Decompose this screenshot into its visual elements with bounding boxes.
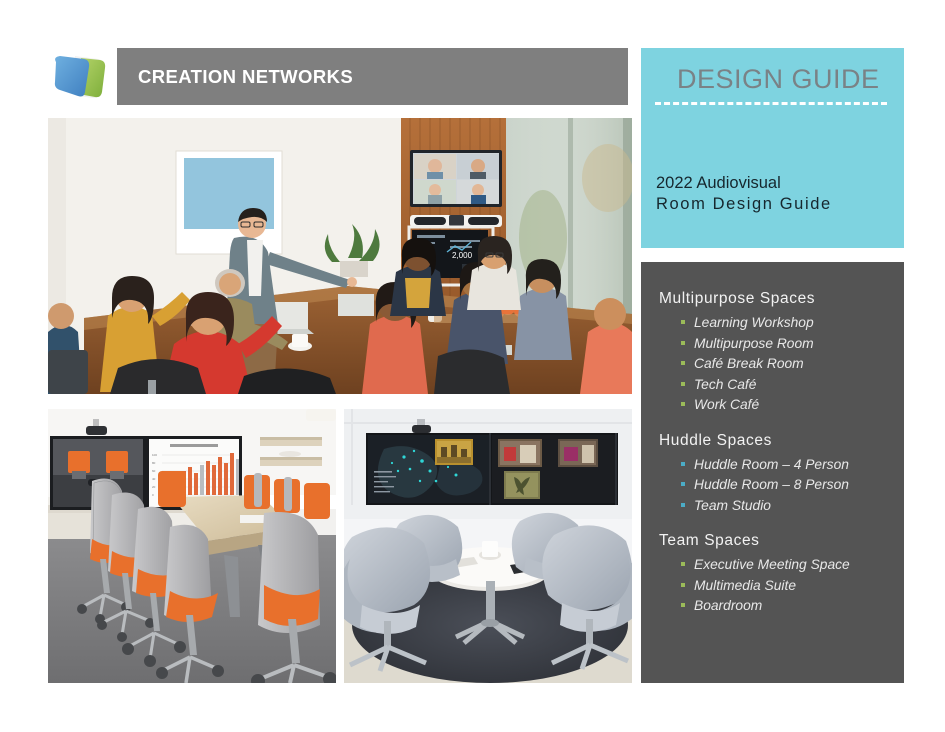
design-guide-slide: CREATION NETWORKS DESIGN GUIDE 2022 Audi… bbox=[0, 0, 945, 732]
list-item-label: Work Café bbox=[694, 397, 760, 412]
list-item-label: Tech Café bbox=[694, 376, 757, 392]
bullet-icon bbox=[681, 582, 685, 587]
design-guide-subtitle: 2022 Audiovisual Room Design Guide bbox=[656, 173, 832, 215]
list-item[interactable]: Learning Workshop bbox=[659, 313, 904, 334]
creation-networks-logo-icon bbox=[48, 52, 110, 102]
photo-boardroom-orange-chairs: 100 80 60 40 20 0 bbox=[48, 409, 336, 683]
design-guide-card: DESIGN GUIDE 2022 Audiovisual Room Desig… bbox=[641, 48, 904, 248]
list-item[interactable]: Boardroom bbox=[659, 596, 904, 617]
dashed-divider bbox=[655, 102, 887, 105]
photo-huddle-room-lounge bbox=[344, 409, 632, 683]
list-item[interactable]: Work Café bbox=[659, 395, 904, 416]
space-group-multipurpose: Multipurpose Spaces Learning Workshop Mu… bbox=[659, 290, 904, 416]
bullet-icon bbox=[681, 340, 685, 345]
space-group-items: Learning Workshop Multipurpose Room Café… bbox=[659, 313, 904, 416]
svg-text:40: 40 bbox=[152, 477, 156, 481]
bullet-icon bbox=[681, 562, 685, 566]
bullet-icon bbox=[681, 603, 685, 607]
svg-text:2,000: 2,000 bbox=[452, 251, 473, 260]
list-item[interactable]: Multipurpose Room bbox=[659, 334, 904, 355]
list-item[interactable]: Café Break Room bbox=[659, 354, 904, 375]
list-item-label: Boardroom bbox=[694, 598, 763, 613]
space-group-huddle: Huddle Spaces Huddle Room – 4 Person Hud… bbox=[659, 432, 904, 517]
bullet-icon bbox=[681, 361, 685, 365]
list-item[interactable]: Huddle Room – 4 Person bbox=[659, 455, 904, 476]
header-bar: CREATION NETWORKS bbox=[117, 48, 628, 105]
design-guide-title: DESIGN GUIDE bbox=[677, 64, 880, 94]
svg-text:20: 20 bbox=[152, 485, 156, 489]
bullet-icon bbox=[681, 502, 685, 507]
list-item-label: Multimedia Suite bbox=[694, 577, 796, 593]
bullet-icon bbox=[681, 381, 685, 386]
list-item-label: Huddle Room – 4 Person bbox=[694, 456, 849, 472]
subtitle-line-1: 2022 Audiovisual bbox=[656, 174, 781, 192]
subtitle-line-2: Room Design Guide bbox=[656, 195, 832, 213]
list-item-label: Executive Meeting Space bbox=[694, 557, 850, 572]
space-group-items: Executive Meeting Space Multimedia Suite… bbox=[659, 555, 904, 617]
photo-multipurpose-conference-room: 2,000 bbox=[48, 118, 632, 394]
list-item[interactable]: Team Studio bbox=[659, 496, 904, 517]
list-item-label: Learning Workshop bbox=[694, 315, 814, 330]
svg-text:100: 100 bbox=[152, 453, 157, 457]
space-group-title: Multipurpose Spaces bbox=[659, 290, 816, 307]
bullet-icon bbox=[681, 461, 685, 466]
list-item-label: Café Break Room bbox=[694, 356, 804, 371]
spaces-list-panel: Multipurpose Spaces Learning Workshop Mu… bbox=[641, 262, 904, 683]
list-item-label: Team Studio bbox=[694, 497, 771, 513]
list-item[interactable]: Tech Café bbox=[659, 375, 904, 396]
svg-text:80: 80 bbox=[152, 461, 156, 465]
space-group-title: Team Spaces bbox=[659, 532, 760, 549]
page-title: CREATION NETWORKS bbox=[138, 65, 354, 87]
list-item[interactable]: Huddle Room – 8 Person bbox=[659, 475, 904, 496]
space-group-items: Huddle Room – 4 Person Huddle Room – 8 P… bbox=[659, 455, 904, 517]
list-item-label: Huddle Room – 8 Person bbox=[694, 477, 849, 492]
space-group-team: Team Spaces Executive Meeting Space Mult… bbox=[659, 532, 904, 617]
svg-text:60: 60 bbox=[152, 469, 156, 473]
bullet-icon bbox=[681, 402, 685, 406]
bullet-icon bbox=[681, 320, 685, 324]
space-group-title: Huddle Spaces bbox=[659, 431, 772, 449]
list-item[interactable]: Multimedia Suite bbox=[659, 576, 904, 597]
list-item-label: Multipurpose Room bbox=[694, 335, 814, 351]
list-item[interactable]: Executive Meeting Space bbox=[659, 555, 904, 576]
bullet-icon bbox=[681, 482, 685, 486]
